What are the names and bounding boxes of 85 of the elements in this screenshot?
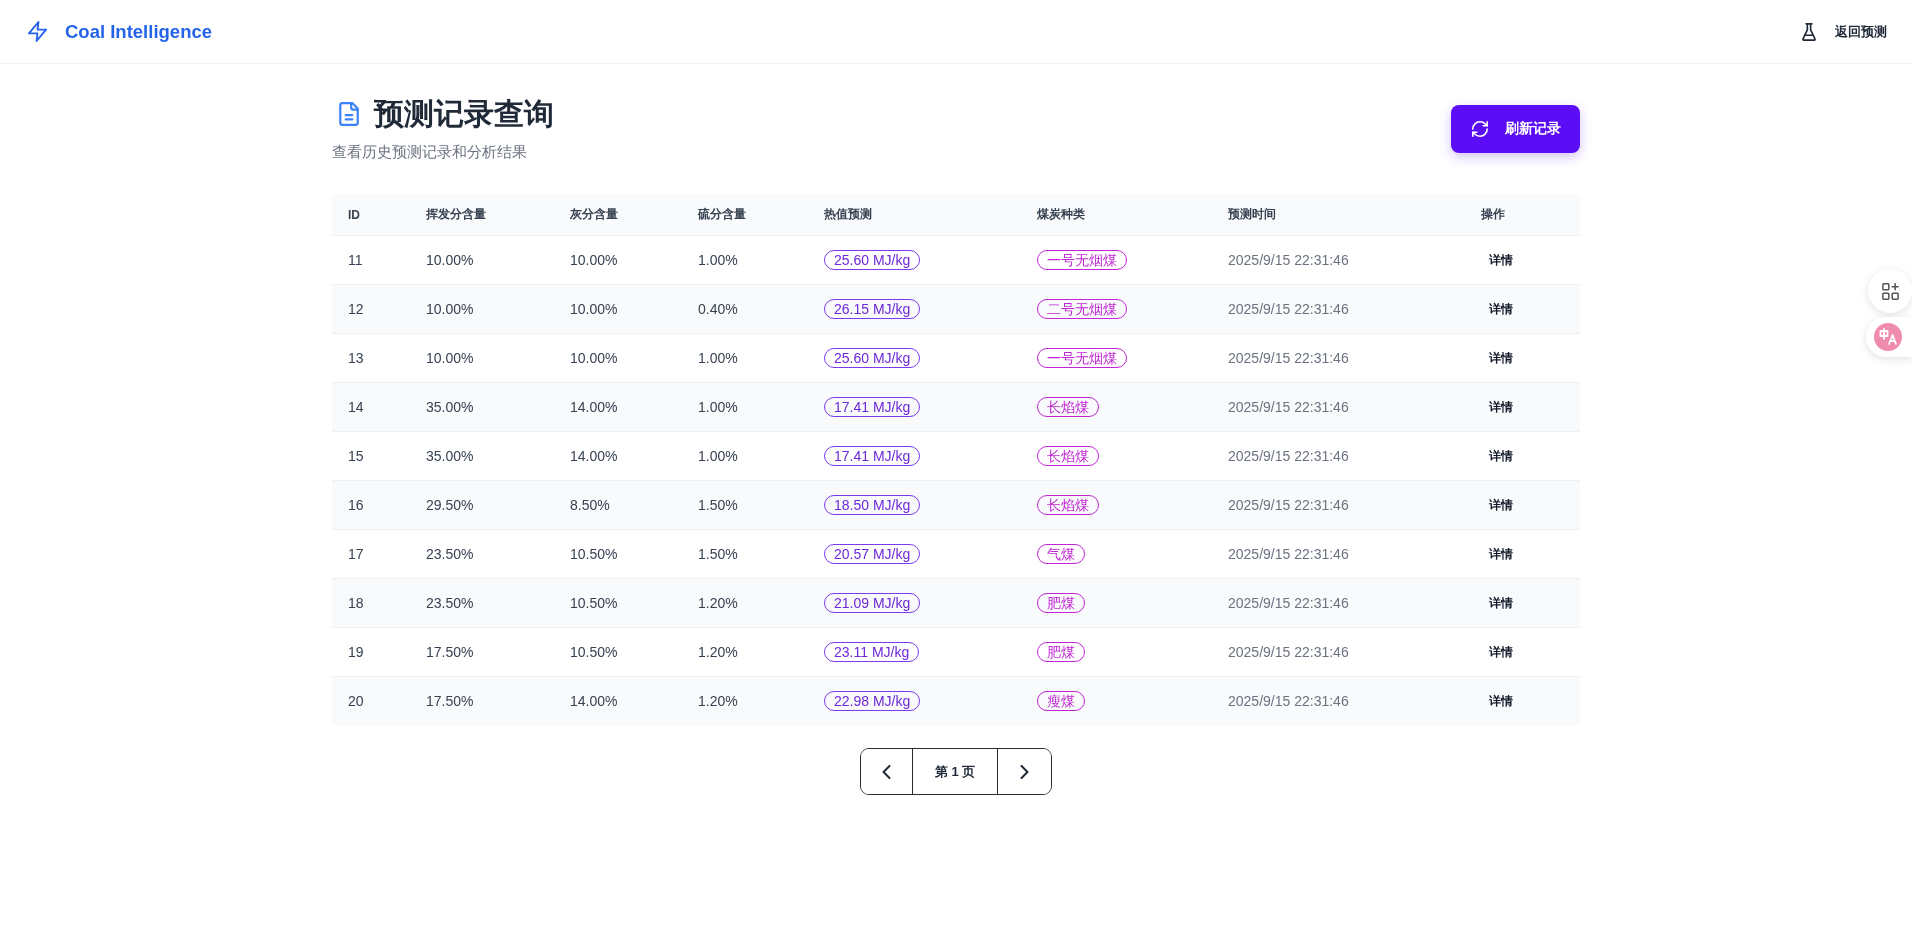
table-cell-text: 2025/9/15 22:31:46 xyxy=(1227,546,1350,562)
table-cell-text: 1.00% xyxy=(697,399,739,415)
table-cell-text: 2025/9/15 22:31:46 xyxy=(1227,595,1350,611)
table-cell-text: 10.00% xyxy=(569,350,619,366)
table-cell-text: 35.00% xyxy=(425,448,475,464)
details-button[interactable]: 详情 xyxy=(1481,247,1521,273)
table-cell-text: 10.00% xyxy=(569,252,619,268)
table-cell-text: 2025/9/15 22:31:46 xyxy=(1227,644,1350,660)
table-cell-text: 14.00% xyxy=(569,399,619,415)
table-cell-text: 1.20% xyxy=(697,644,739,660)
table-cell-text: 17 xyxy=(347,546,365,562)
table-cell-text: 10.50% xyxy=(569,595,619,611)
chevron-right-icon xyxy=(1020,764,1029,779)
table-cell-text: 19 xyxy=(347,644,365,660)
column-header: ID xyxy=(347,207,361,222)
table-cell-text: 1.00% xyxy=(697,252,739,268)
table-cell-text: 2025/9/15 22:31:46 xyxy=(1227,448,1350,464)
table-cell-text: 14 xyxy=(347,399,365,415)
table-cell-text: 2025/9/15 22:31:46 xyxy=(1227,693,1350,709)
table-cell-text: 8.50% xyxy=(569,497,611,513)
table-cell-text: 12 xyxy=(347,301,365,317)
document-icon xyxy=(339,102,359,126)
previous-page-button[interactable] xyxy=(861,749,913,794)
nav-link[interactable]: 返回预测 xyxy=(1800,22,1887,41)
page-subtitle: 查看历史预测记录和分析结果 xyxy=(332,142,528,162)
details-button[interactable]: 详情 xyxy=(1481,639,1521,665)
table-cell-text: 10.00% xyxy=(425,301,475,317)
table-cell-text: 18 xyxy=(347,595,365,611)
table-cell-text: 14.00% xyxy=(569,693,619,709)
table-cell-text: 17.50% xyxy=(425,693,475,709)
apps-sparkle-icon xyxy=(1881,282,1899,300)
table-cell-text: 16 xyxy=(347,497,365,513)
column-header: 灰分含量 xyxy=(569,206,619,223)
table-cell-text: 35.00% xyxy=(425,399,475,415)
details-button[interactable]: 详情 xyxy=(1481,443,1521,469)
column-header: 预测时间 xyxy=(1227,206,1277,223)
table-cell-text: 29.50% xyxy=(425,497,475,513)
column-header: 煤炭种类 xyxy=(1036,206,1086,223)
flask-icon xyxy=(1800,22,1818,41)
column-header: 硫分含量 xyxy=(697,206,747,223)
page-title: 预测记录查询 xyxy=(374,96,554,132)
chevron-left-icon xyxy=(882,764,891,779)
column-header: 挥发分含量 xyxy=(425,206,487,223)
next-page-button[interactable] xyxy=(997,749,1051,794)
apps-button[interactable] xyxy=(1868,269,1912,313)
details-button[interactable]: 详情 xyxy=(1481,345,1521,371)
lightning-icon xyxy=(28,21,47,42)
table-cell-text: 15 xyxy=(347,448,365,464)
table-cell-text: 1.50% xyxy=(697,546,739,562)
table-cell-text: 1.00% xyxy=(697,448,739,464)
table-cell-text: 2025/9/15 22:31:46 xyxy=(1227,252,1350,268)
refresh-icon xyxy=(1472,121,1488,137)
table-cell-text: 23.50% xyxy=(425,546,475,562)
table-cell-text: 1.50% xyxy=(697,497,739,513)
details-button[interactable]: 详情 xyxy=(1481,296,1521,322)
brand-name: Coal Intelligence xyxy=(65,20,212,43)
page-indicator: 第 1 页 xyxy=(933,762,977,781)
table-cell-text: 14.00% xyxy=(569,448,619,464)
table-cell-text: 10.00% xyxy=(569,301,619,317)
table-cell-text: 11 xyxy=(347,252,364,268)
table-cell-text: 2025/9/15 22:31:46 xyxy=(1227,399,1350,415)
table-cell-text: 20 xyxy=(347,693,365,709)
table-cell-text: 10.00% xyxy=(425,252,475,268)
table-cell-text: 10.50% xyxy=(569,546,619,562)
table-cell-text: 2025/9/15 22:31:46 xyxy=(1227,301,1350,317)
table-cell-text: 2025/9/15 22:31:46 xyxy=(1227,497,1350,513)
table-cell-text: 13 xyxy=(347,350,365,366)
column-header: 操作 xyxy=(1480,206,1506,223)
details-button[interactable]: 详情 xyxy=(1481,394,1521,420)
table-cell-text: 2025/9/15 22:31:46 xyxy=(1227,350,1350,366)
column-header: 热值预测 xyxy=(823,206,873,223)
details-button[interactable]: 详情 xyxy=(1481,541,1521,567)
table-cell-text: 0.40% xyxy=(697,301,739,317)
details-button[interactable]: 详情 xyxy=(1481,590,1521,616)
details-button[interactable]: 详情 xyxy=(1481,688,1521,714)
table-cell-text: 1.20% xyxy=(697,693,739,709)
table-cell-text: 1.20% xyxy=(697,595,739,611)
translate-icon xyxy=(1874,323,1902,351)
table-cell-text: 17.50% xyxy=(425,644,475,660)
details-button[interactable]: 详情 xyxy=(1481,492,1521,518)
table-cell-text: 10.00% xyxy=(425,350,475,366)
refresh-button[interactable]: 刷新记录 xyxy=(1451,105,1580,153)
table-cell-text: 10.50% xyxy=(569,644,619,660)
table-cell-text: 1.00% xyxy=(697,350,739,366)
table-cell-text: 23.50% xyxy=(425,595,475,611)
